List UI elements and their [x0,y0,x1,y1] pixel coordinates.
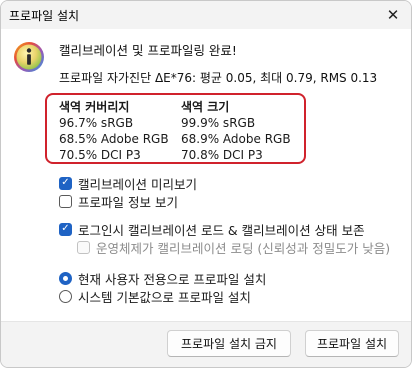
radio-system-default-label: 시스템 기본값으로 프로파일 설치 [78,289,251,305]
login-load-option[interactable]: ✓ 로그인시 캘리브레이션 로드 & 캘리브레이션 상태 보존 [59,220,365,238]
radio-current-user-dot[interactable] [59,271,72,285]
gamut-size-column: 색역 크기 99.9% sRGB 68.9% Adobe RGB 70.8% D… [181,99,291,163]
checkmark-icon[interactable]: ✓ [59,222,72,236]
gamut-size-dcip3: 70.8% DCI P3 [181,148,263,162]
preview-label: 캘리브레이션 미리보기 [78,176,197,192]
info-icon [14,42,44,72]
dialog-footer: 프로파일 설치 금지 프로파일 설치 [1,321,411,367]
profile-info-checkbox[interactable] [59,194,72,208]
gamut-size-adobergb: 68.9% Adobe RGB [181,132,291,146]
gamut-coverage-srgb: 96.7% sRGB [59,116,134,130]
window-title: 프로파일 설치 [9,9,80,23]
gamut-size-header: 색역 크기 [181,100,230,114]
radio-system-default[interactable]: 시스템 기본값으로 프로파일 설치 [59,287,251,305]
close-icon[interactable]: ✕ [375,1,411,29]
os-load-label: 운영체제가 캘리브레이션 로딩 (신뢰성과 정밀도가 낮음) [96,240,391,256]
checkmark-icon[interactable]: ✓ [59,176,72,190]
profile-info-option[interactable]: 프로파일 정보 보기 [59,192,178,210]
preview-option[interactable]: ✓ 캘리브레이션 미리보기 [59,174,197,192]
radio-system-default-dot[interactable] [59,289,72,303]
os-load-checkbox [77,240,90,254]
radio-current-user[interactable]: 현재 사용자 전용으로 프로파일 설치 [59,269,266,287]
gamut-coverage-adobergb: 68.5% Adobe RGB [59,132,169,146]
gamut-coverage-column: 색역 커버리지 96.7% sRGB 68.5% Adobe RGB 70.5%… [59,99,169,163]
gamut-highlight-box: 색역 커버리지 96.7% sRGB 68.5% Adobe RGB 70.5%… [45,93,306,164]
login-load-label: 로그인시 캘리브레이션 로드 & 캘리브레이션 상태 보존 [78,222,365,238]
delta-e-summary: 프로파일 자가진단 ΔE*76: 평균 0.05, 최대 0.79, RMS 0… [59,71,378,85]
profile-install-dialog: 프로파일 설치 ✕ 캘리브레이션 및 프로파일링 완료! 프로파일 자가진단 Δ… [0,0,412,368]
no-install-button[interactable]: 프로파일 설치 금지 [167,330,291,357]
radio-current-user-label: 현재 사용자 전용으로 프로파일 설치 [78,271,267,287]
gamut-size-srgb: 99.9% sRGB [181,116,256,130]
profile-info-label: 프로파일 정보 보기 [78,194,178,210]
title-bar[interactable]: 프로파일 설치 ✕ [1,1,411,29]
os-load-option: 운영체제가 캘리브레이션 로딩 (신뢰성과 정밀도가 낮음) [77,238,390,256]
gamut-coverage-dcip3: 70.5% DCI P3 [59,148,141,162]
install-profile-button[interactable]: 프로파일 설치 [305,330,399,357]
gamut-coverage-header: 색역 커버리지 [59,100,130,114]
dialog-content: 캘리브레이션 및 프로파일링 완료! 프로파일 자가진단 ΔE*76: 평균 0… [1,29,411,321]
completion-heading: 캘리브레이션 및 프로파일링 완료! [59,43,237,58]
